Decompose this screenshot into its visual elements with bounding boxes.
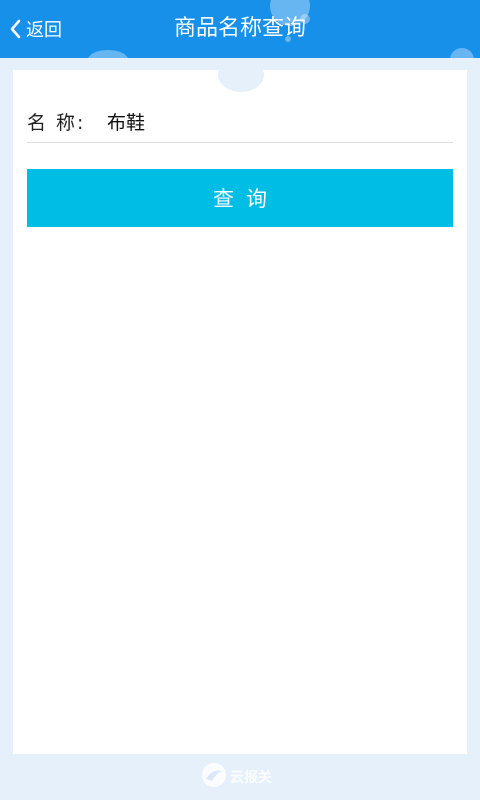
cloud-logo-icon (200, 761, 228, 793)
decorative-bubble (450, 48, 474, 58)
chevron-left-icon (8, 18, 22, 40)
search-card: 名 称: 查询 (13, 70, 467, 754)
footer-logo: 云报关 (200, 762, 272, 792)
back-label: 返回 (26, 20, 62, 41)
decorative-bubble (300, 14, 310, 24)
app-header: 返回 商品名称查询 (0, 0, 480, 58)
footer-logo-text: 云报关 (230, 770, 272, 786)
query-button[interactable]: 查询 (27, 169, 453, 227)
name-label: 名 称: (27, 111, 86, 134)
decorative-bubble (88, 50, 128, 58)
decorative-bubble (285, 36, 291, 42)
card-notch (218, 58, 264, 92)
name-input[interactable] (107, 110, 427, 132)
page-title: 商品名称查询 (173, 16, 306, 41)
back-button[interactable]: 返回 (8, 14, 62, 44)
name-field-row: 名 称: (27, 100, 453, 143)
